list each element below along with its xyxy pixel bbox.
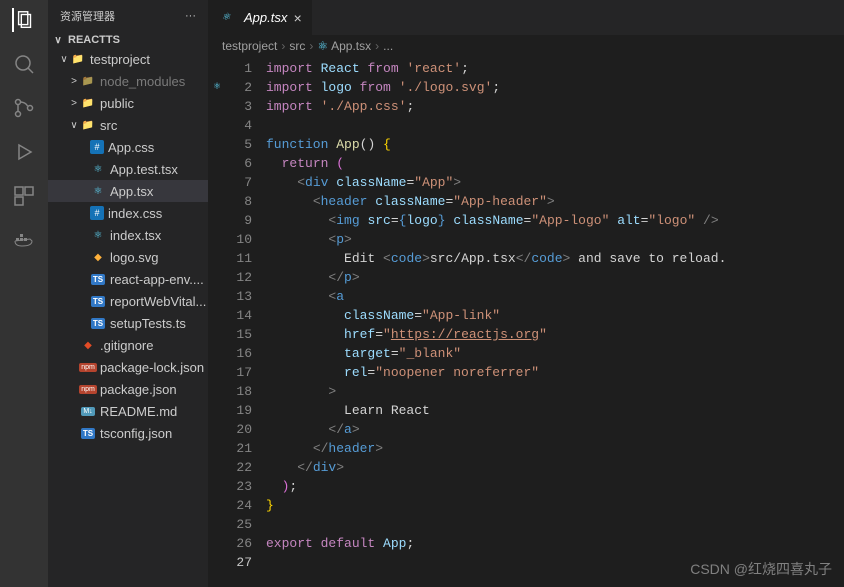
sidebar-section[interactable]: ∨ REACTTS — [48, 32, 208, 48]
tree-item-index-tsx[interactable]: ⚛index.tsx — [48, 224, 208, 246]
search-icon[interactable] — [12, 52, 36, 76]
extensions-icon[interactable] — [12, 184, 36, 208]
explorer-icon[interactable] — [12, 8, 36, 32]
line-numbers: 1234567891011121314151617181920212223242… — [226, 57, 266, 587]
chevron-down-icon: ∨ — [52, 35, 64, 46]
sidebar-title: 资源管理器 ··· — [48, 0, 208, 32]
breadcrumb[interactable]: testproject › src › ⚛App.tsx ›... — [208, 35, 844, 57]
tree-item-react-app-env-[interactable]: TSreact-app-env.... — [48, 268, 208, 290]
tabs: ⚛ App.tsx × — [208, 0, 844, 35]
chevron-right-icon: › — [375, 39, 379, 53]
debug-icon[interactable] — [12, 140, 36, 164]
react-icon: ⚛ — [218, 10, 234, 26]
tree-item-readme-md[interactable]: M↓README.md — [48, 400, 208, 422]
tab-label: App.tsx — [244, 10, 287, 25]
sidebar-title-text: 资源管理器 — [60, 8, 115, 24]
tree-item-logo-svg[interactable]: ◆logo.svg — [48, 246, 208, 268]
breadcrumb-segment[interactable]: ... — [383, 39, 393, 53]
code-editor[interactable]: import React from 'react';import logo fr… — [266, 57, 844, 587]
watermark: CSDN @红烧四喜丸子 — [690, 559, 832, 579]
close-icon[interactable]: × — [293, 10, 301, 26]
tree-item-tsconfig-json[interactable]: TStsconfig.json — [48, 422, 208, 444]
editor-body: ⚛ 12345678910111213141516171819202122232… — [208, 57, 844, 587]
source-control-icon[interactable] — [12, 96, 36, 120]
tree-item--gitignore[interactable]: ◆.gitignore — [48, 334, 208, 356]
tree-item-app-css[interactable]: #App.css — [48, 136, 208, 158]
chevron-right-icon: › — [281, 39, 285, 53]
tree-item-index-css[interactable]: #index.css — [48, 202, 208, 224]
tree-item-node_modules[interactable]: >📁node_modules — [48, 70, 208, 92]
tree-item-package-json[interactable]: npmpackage.json — [48, 378, 208, 400]
tree-item-setuptests-ts[interactable]: TSsetupTests.ts — [48, 312, 208, 334]
tree-item-app-test-tsx[interactable]: ⚛App.test.tsx — [48, 158, 208, 180]
chevron-right-icon: › — [309, 39, 313, 53]
file-tree: ∨📁testproject>📁node_modules>📁public∨📁src… — [48, 48, 208, 587]
tree-item-package-lock-json[interactable]: npmpackage-lock.json — [48, 356, 208, 378]
tree-item-reportwebvital-[interactable]: TSreportWebVital... — [48, 290, 208, 312]
breadcrumb-segment[interactable]: src — [289, 39, 305, 53]
tree-item-app-tsx[interactable]: ⚛App.tsx — [48, 180, 208, 202]
docker-icon[interactable] — [12, 228, 36, 252]
tree-item-public[interactable]: >📁public — [48, 92, 208, 114]
section-label: REACTTS — [68, 34, 120, 46]
activity-bar — [0, 0, 48, 587]
react-gutter-icon: ⚛ — [208, 79, 226, 93]
tab-app-tsx[interactable]: ⚛ App.tsx × — [208, 0, 313, 35]
breadcrumb-segment[interactable]: ⚛App.tsx — [317, 39, 371, 53]
tree-item-src[interactable]: ∨📁src — [48, 114, 208, 136]
gutter-decoration: ⚛ — [208, 57, 226, 587]
sidebar: 资源管理器 ··· ∨ REACTTS ∨📁testproject>📁node_… — [48, 0, 208, 587]
breadcrumb-segment[interactable]: testproject — [222, 39, 277, 53]
editor-area: ⚛ App.tsx × testproject›src›⚛App.tsx›...… — [208, 0, 844, 587]
more-icon[interactable]: ··· — [185, 10, 196, 22]
tree-item-testproject[interactable]: ∨📁testproject — [48, 48, 208, 70]
